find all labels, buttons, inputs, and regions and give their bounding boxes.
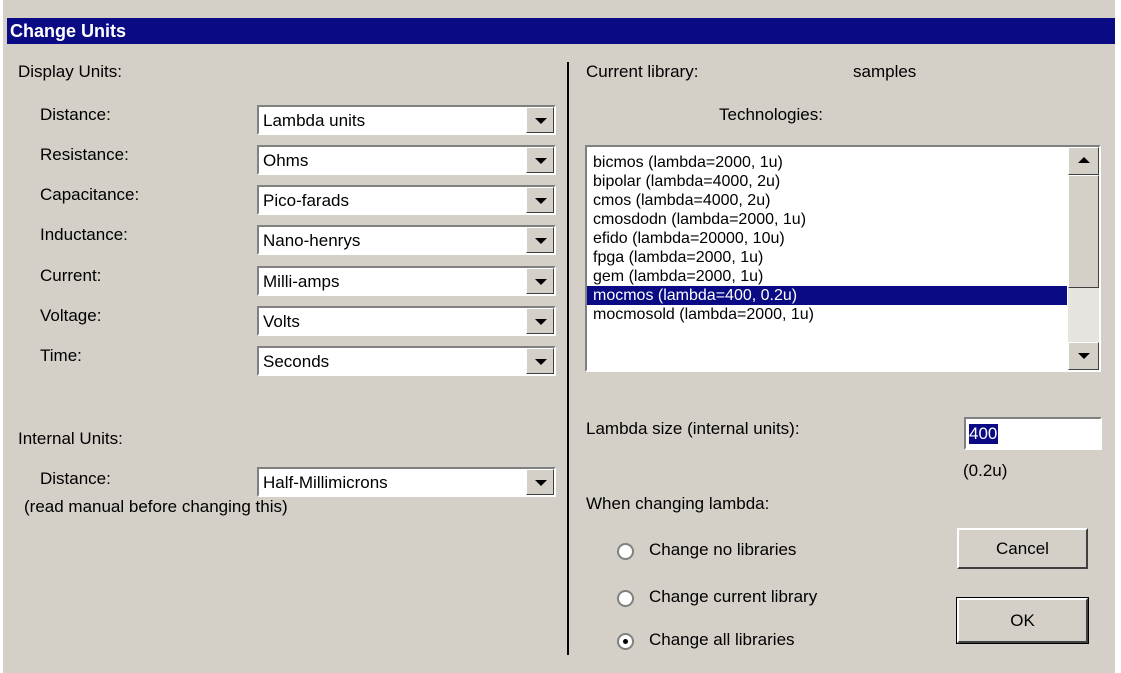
technologies-label: Technologies: <box>719 105 823 124</box>
display-units-heading: Display Units: <box>18 62 122 81</box>
current-library-label: Current library: <box>586 62 699 81</box>
inductance-select[interactable]: Nano-henrys <box>257 225 556 255</box>
distance-label: Distance: <box>40 105 111 124</box>
list-item[interactable]: bipolar (lambda=4000, 2u) <box>587 172 1067 191</box>
chevron-down-icon[interactable] <box>526 308 554 334</box>
scroll-down-icon[interactable] <box>1068 342 1099 370</box>
capacitance-select[interactable]: Pico-farads <box>257 185 556 215</box>
time-select[interactable]: Seconds <box>257 346 556 376</box>
list-item[interactable]: fpga (lambda=2000, 1u) <box>587 248 1067 267</box>
change-units-window: Change Units Display Units: Distance: La… <box>0 0 1121 673</box>
chevron-down-icon[interactable] <box>526 348 554 374</box>
inductance-select-value: Nano-henrys <box>263 231 361 250</box>
scrollbar-thumb[interactable] <box>1068 175 1099 288</box>
radio-change-current-library[interactable] <box>617 590 634 607</box>
capacitance-select-value: Pico-farads <box>263 191 349 210</box>
distance-select-value: Lambda units <box>263 111 366 130</box>
list-item[interactable]: mocmosold (lambda=2000, 1u) <box>587 305 1067 324</box>
when-changing-label: When changing lambda: <box>586 494 770 513</box>
chevron-down-icon[interactable] <box>526 268 554 294</box>
chevron-down-icon[interactable] <box>526 227 554 253</box>
ok-button[interactable]: OK <box>956 597 1089 644</box>
radio-selected-dot <box>623 639 628 644</box>
list-item[interactable]: gem (lambda=2000, 1u) <box>587 267 1067 286</box>
lambda-size-label: Lambda size (internal units): <box>586 419 800 438</box>
chevron-down-icon[interactable] <box>526 107 554 133</box>
internal-units-note: (read manual before changing this) <box>24 497 288 516</box>
current-select[interactable]: Milli-amps <box>257 266 556 296</box>
time-label: Time: <box>40 346 82 365</box>
current-label: Current: <box>40 266 102 285</box>
internal-distance-label: Distance: <box>40 469 111 488</box>
distance-select[interactable]: Lambda units <box>257 105 556 135</box>
time-select-value: Seconds <box>263 352 330 371</box>
voltage-select-value: Volts <box>263 312 300 331</box>
capacitance-label: Capacitance: <box>40 185 140 204</box>
title-bar[interactable]: Change Units <box>7 18 1115 44</box>
resistance-label: Resistance: <box>40 145 129 164</box>
radio-change-no-libraries[interactable] <box>617 543 634 560</box>
window-title: Change Units <box>10 21 127 41</box>
resistance-select-value: Ohms <box>263 151 309 170</box>
lambda-size-input[interactable]: 400 <box>964 417 1102 450</box>
lambda-size-value: 400 <box>969 424 999 444</box>
radio-change-all-libraries[interactable] <box>617 633 634 650</box>
change-no-libraries-label[interactable]: Change no libraries <box>649 540 796 560</box>
change-all-libraries-label[interactable]: Change all libraries <box>649 630 795 650</box>
voltage-label: Voltage: <box>40 306 102 325</box>
list-item[interactable]: efido (lambda=20000, 10u) <box>587 229 1067 248</box>
current-library-value: samples <box>853 62 917 81</box>
chevron-down-icon[interactable] <box>526 187 554 213</box>
list-item[interactable]: bicmos (lambda=2000, 1u) <box>587 153 1067 172</box>
technologies-scrollbar[interactable] <box>1068 147 1099 370</box>
list-item[interactable]: cmos (lambda=4000, 2u) <box>587 191 1067 210</box>
technologies-list[interactable]: bicmos (lambda=2000, 1u) bipolar (lambda… <box>585 145 1101 372</box>
chevron-down-icon[interactable] <box>526 469 554 495</box>
scroll-up-icon[interactable] <box>1068 147 1099 175</box>
internal-units-heading: Internal Units: <box>18 429 123 448</box>
panel-divider <box>567 62 569 655</box>
list-item[interactable]: cmosdodn (lambda=2000, 1u) <box>587 210 1067 229</box>
cancel-button[interactable]: Cancel <box>957 528 1088 569</box>
current-select-value: Milli-amps <box>263 272 340 291</box>
internal-distance-select-value: Half-Millimicrons <box>263 473 388 492</box>
chevron-down-icon[interactable] <box>526 147 554 173</box>
resistance-select[interactable]: Ohms <box>257 145 556 175</box>
internal-distance-select[interactable]: Half-Millimicrons <box>257 467 556 497</box>
change-current-library-label[interactable]: Change current library <box>649 587 817 607</box>
lambda-micron-display: (0.2u) <box>963 461 1008 480</box>
inductance-label: Inductance: <box>40 225 128 244</box>
voltage-select[interactable]: Volts <box>257 306 556 336</box>
list-item-selected[interactable]: mocmos (lambda=400, 0.2u) <box>587 286 1067 305</box>
